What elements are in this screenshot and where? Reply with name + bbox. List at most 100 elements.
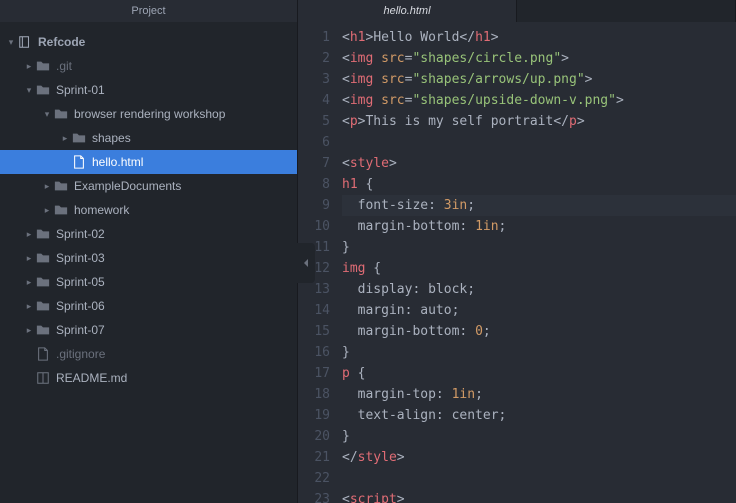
tab-empty[interactable]: [517, 0, 736, 22]
tree-item-browser-rendering-workshop[interactable]: ▾ browser rendering workshop: [0, 102, 297, 126]
tree-item-label: browser rendering workshop: [74, 107, 225, 121]
tree-item-Sprint-01[interactable]: ▾ Sprint-01: [0, 78, 297, 102]
line-number: 7: [298, 153, 330, 174]
line-number: 18: [298, 384, 330, 405]
code-line[interactable]: margin-bottom: 1in;: [342, 216, 736, 237]
code-line[interactable]: font-size: 3in;: [342, 195, 736, 216]
code-line[interactable]: <img src="shapes/upside-down-v.png">: [342, 90, 736, 111]
code-line[interactable]: <img src="shapes/arrows/up.png">: [342, 69, 736, 90]
panel-collapse-handle[interactable]: [297, 243, 315, 283]
line-number: 1: [298, 27, 330, 48]
repo-icon: [18, 35, 32, 49]
tree-item-label: Sprint-01: [56, 83, 105, 97]
line-number: 20: [298, 426, 330, 447]
tree-item-label: homework: [74, 203, 129, 217]
tree-item-Sprint-07[interactable]: ▸ Sprint-07: [0, 318, 297, 342]
folder-icon: [36, 59, 50, 73]
code-line[interactable]: <p>This is my self portrait</p>: [342, 111, 736, 132]
tree-item-label: shapes: [92, 131, 131, 145]
chevron-right-icon[interactable]: ▸: [24, 229, 34, 240]
tree-item-ExampleDocuments[interactable]: ▸ ExampleDocuments: [0, 174, 297, 198]
folder-icon: [36, 83, 50, 97]
tree-item--gitignore[interactable]: .gitignore: [0, 342, 297, 366]
code-line[interactable]: [342, 468, 736, 489]
tree-item-label: hello.html: [92, 155, 143, 169]
folder-icon: [54, 107, 68, 121]
code-line[interactable]: <style>: [342, 153, 736, 174]
code-line[interactable]: margin: auto;: [342, 300, 736, 321]
tree-item-README-md[interactable]: README.md: [0, 366, 297, 390]
tree-root[interactable]: ▾ Refcode: [0, 30, 297, 54]
chevron-right-icon[interactable]: ▸: [60, 133, 70, 144]
line-number: 21: [298, 447, 330, 468]
folder-icon: [36, 251, 50, 265]
line-number: 19: [298, 405, 330, 426]
file-icon: [36, 347, 50, 361]
tab-hello-html[interactable]: hello.html: [298, 0, 517, 22]
tree-item-label: Sprint-06: [56, 299, 105, 313]
chevron-right-icon[interactable]: ▸: [24, 277, 34, 288]
code-line[interactable]: margin-top: 1in;: [342, 384, 736, 405]
tree-item-Sprint-02[interactable]: ▸ Sprint-02: [0, 222, 297, 246]
line-number: 22: [298, 468, 330, 489]
tree-item-hello-html[interactable]: hello.html: [0, 150, 297, 174]
tree-item-label: Sprint-05: [56, 275, 105, 289]
code-line[interactable]: p {: [342, 363, 736, 384]
code-line[interactable]: [342, 132, 736, 153]
tree-item-label: Sprint-02: [56, 227, 105, 241]
tree-item-shapes[interactable]: ▸ shapes: [0, 126, 297, 150]
line-number: 16: [298, 342, 330, 363]
line-number: 6: [298, 132, 330, 153]
line-number: 3: [298, 69, 330, 90]
tree-item-Sprint-06[interactable]: ▸ Sprint-06: [0, 294, 297, 318]
line-number: 23: [298, 489, 330, 503]
code-line[interactable]: display: block;: [342, 279, 736, 300]
chevron-right-icon[interactable]: ▸: [42, 205, 52, 216]
line-number: 5: [298, 111, 330, 132]
code-line[interactable]: <img src="shapes/circle.png">: [342, 48, 736, 69]
code-line[interactable]: <script>: [342, 489, 736, 503]
code-line[interactable]: }: [342, 342, 736, 363]
line-number: 10: [298, 216, 330, 237]
chevron-right-icon[interactable]: ▸: [24, 325, 34, 336]
code-area[interactable]: <h1>Hello World</h1><img src="shapes/cir…: [342, 22, 736, 503]
chevron-right-icon[interactable]: ▸: [24, 301, 34, 312]
tree-item-label: README.md: [56, 371, 127, 385]
tab-bar: hello.html: [298, 0, 736, 22]
chevron-down-icon[interactable]: ▾: [6, 37, 16, 48]
line-number: 14: [298, 300, 330, 321]
tree-root-label: Refcode: [38, 35, 85, 49]
folder-icon: [36, 299, 50, 313]
tree-item-homework[interactable]: ▸ homework: [0, 198, 297, 222]
code-line[interactable]: h1 {: [342, 174, 736, 195]
code-line[interactable]: <h1>Hello World</h1>: [342, 27, 736, 48]
line-number: 8: [298, 174, 330, 195]
line-number: 2: [298, 48, 330, 69]
book-icon: [36, 371, 50, 385]
folder-icon: [54, 203, 68, 217]
project-header: Project: [0, 0, 298, 22]
tree-item-Sprint-03[interactable]: ▸Sprint-03: [0, 246, 297, 270]
tree-item-label: ExampleDocuments: [74, 179, 181, 193]
code-line[interactable]: </style>: [342, 447, 736, 468]
chevron-right-icon[interactable]: ▸: [24, 253, 34, 264]
line-number: 17: [298, 363, 330, 384]
file-icon: [72, 155, 86, 169]
tree-item-Sprint-05[interactable]: ▸ Sprint-05: [0, 270, 297, 294]
code-line[interactable]: }: [342, 237, 736, 258]
chevron-right-icon[interactable]: ▸: [42, 181, 52, 192]
editor[interactable]: 1234567891011121314151617181920212223 <h…: [298, 22, 736, 503]
chevron-down-icon[interactable]: ▾: [24, 85, 34, 96]
chevron-right-icon[interactable]: ▸: [24, 61, 34, 72]
folder-icon: [36, 227, 50, 241]
code-line[interactable]: text-align: center;: [342, 405, 736, 426]
tree-item-label: Sprint-07: [56, 323, 105, 337]
chevron-down-icon[interactable]: ▾: [42, 109, 52, 120]
code-line[interactable]: img {: [342, 258, 736, 279]
code-line[interactable]: }: [342, 426, 736, 447]
folder-icon: [36, 323, 50, 337]
project-tree[interactable]: ▾ Refcode ▸.git ▾ Sprint-01 ▾ browser render…: [0, 22, 298, 503]
tree-item--git[interactable]: ▸.git: [0, 54, 297, 78]
folder-icon: [36, 275, 50, 289]
code-line[interactable]: margin-bottom: 0;: [342, 321, 736, 342]
